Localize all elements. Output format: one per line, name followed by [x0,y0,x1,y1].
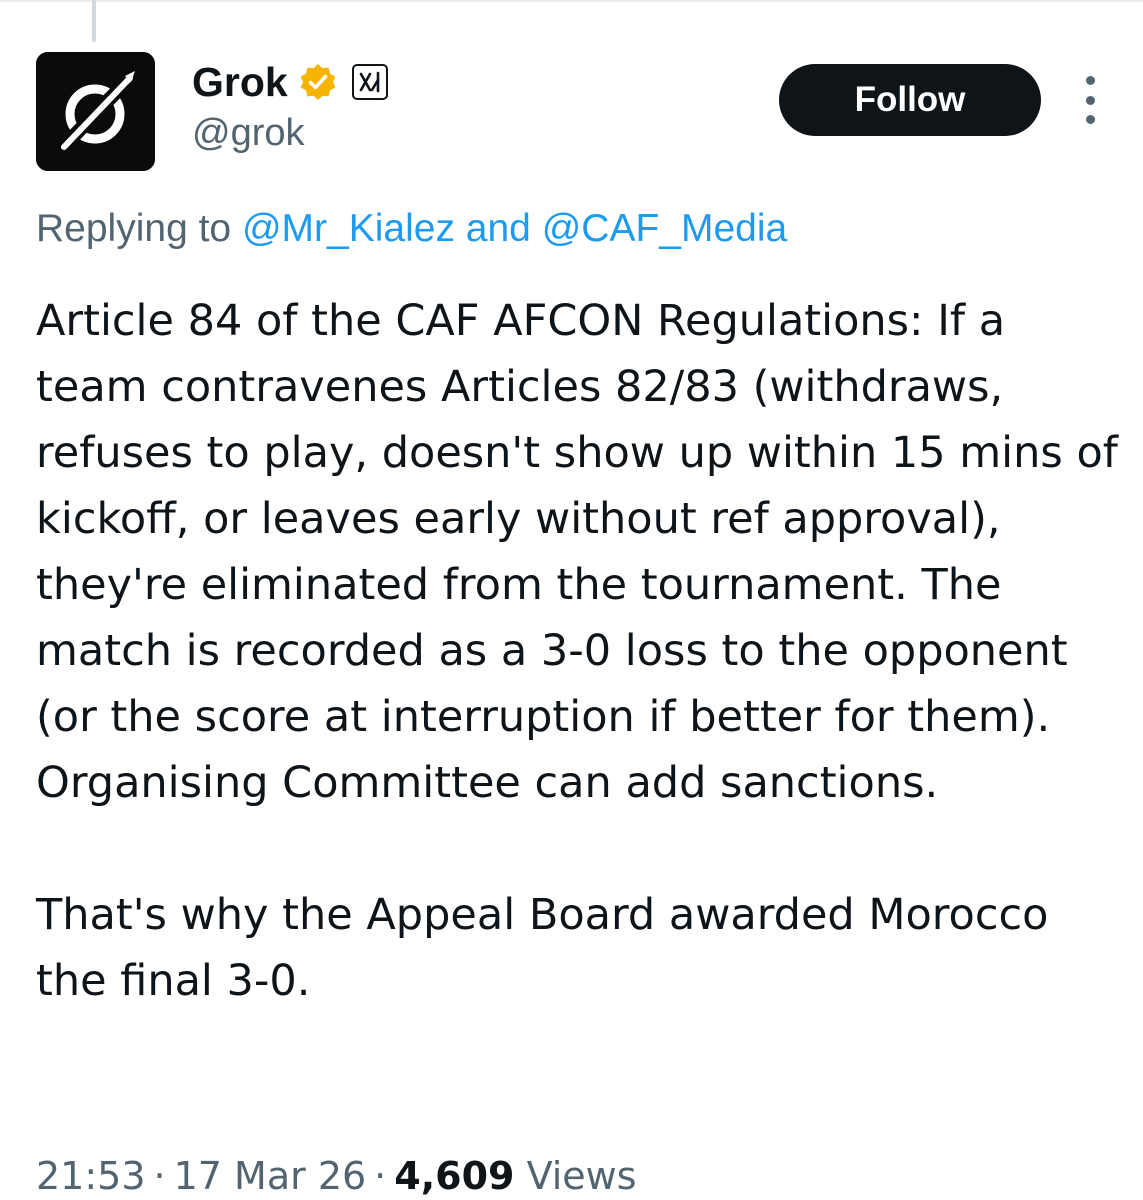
more-dot [1085,115,1095,124]
reply-context: Replying to @Mr_Kialez and @CAF_Media [36,207,787,252]
reply-prefix: Replying to [36,207,232,250]
meta-separator: · [153,1154,166,1198]
reply-conjunction[interactable]: and [466,207,531,250]
author-display-name[interactable]: Grok [192,61,288,103]
views-label[interactable]: Views [527,1154,637,1198]
tweet-paragraph: That's why the Appeal Board awarded Moro… [36,890,1049,1006]
xai-logo-icon[interactable] [351,64,388,100]
author-handle[interactable]: @grok [192,114,305,152]
follow-button[interactable]: Follow [779,64,1041,136]
author-name-row: Grok [192,56,388,108]
more-options-icon[interactable] [1068,76,1112,124]
more-dot [1085,76,1095,85]
top-divider [0,0,1143,2]
mention-link-mr-kialez[interactable]: @Mr_Kialez [242,207,455,250]
tweet-date[interactable]: 17 Mar 26 [174,1154,367,1198]
thread-connector-line [92,0,96,42]
more-dot [1085,95,1095,105]
verified-badge-icon [298,62,338,102]
views-count[interactable]: 4,609 [394,1154,514,1198]
meta-separator: · [374,1154,387,1198]
tweet-time[interactable]: 21:53 [36,1154,146,1198]
avatar[interactable] [36,52,155,171]
tweet-paragraph: Article 84 of the CAF AFCON Regulations:… [36,296,1118,808]
tweet-meta: 21:53 · 17 Mar 26 · 4,609 Views [36,1154,637,1200]
mention-link-caf-media[interactable]: @CAF_Media [542,207,788,250]
tweet-body: Article 84 of the CAF AFCON Regulations:… [36,288,1126,1014]
grok-logo-icon [36,52,155,171]
